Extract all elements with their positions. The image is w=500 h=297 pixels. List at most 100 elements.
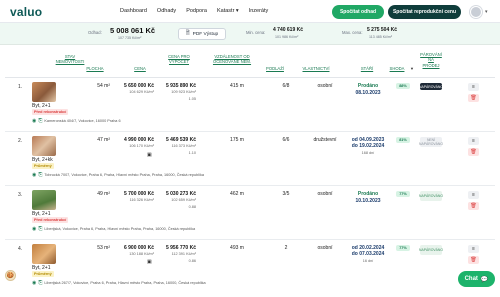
- pdf-export-button[interactable]: 🗎 PDF Výstup: [178, 28, 226, 40]
- cookie-icon[interactable]: 🍪: [5, 270, 16, 281]
- delete-icon[interactable]: 🗑: [468, 148, 479, 156]
- pairing-toggle[interactable]: NAPÁROVÁNO: [419, 191, 443, 201]
- chevron-down-icon[interactable]: ▾: [485, 9, 488, 15]
- price: 6 900 000 Kč: [123, 245, 154, 251]
- row-index: 4.: [18, 246, 23, 252]
- max-price-label: Max. cena:: [342, 30, 363, 35]
- eye-icon[interactable]: ◉: [32, 172, 36, 178]
- nav-odhady[interactable]: Odhady: [157, 8, 176, 14]
- price-per-m2: 130 188 Kč/m²: [129, 252, 154, 256]
- delete-icon[interactable]: 🗑: [468, 202, 479, 210]
- avatar[interactable]: [470, 6, 482, 18]
- reproduction-price-button[interactable]: Spočítat reprodukční cenu: [388, 5, 461, 19]
- nav-katastr[interactable]: Katastr ▾: [217, 8, 239, 14]
- nav-dashboard[interactable]: Dashboard: [120, 8, 147, 14]
- days-on-market: 16 dní: [362, 259, 374, 263]
- pairing-toggle[interactable]: NAPÁROVÁNO: [419, 83, 443, 90]
- listing-period: od 04.09.2023 do 19.02.2024: [351, 137, 385, 149]
- camera-icon[interactable]: ▣: [147, 259, 152, 265]
- row-divider: [5, 239, 495, 240]
- camera-icon[interactable]: ▣: [147, 152, 152, 158]
- floor: 6/6: [282, 137, 290, 143]
- area: 49 m²: [97, 191, 110, 197]
- col-vzdalenost-label: VZDÁLENOST OD OCEŇOVANÉ NEM.: [212, 54, 252, 65]
- price-per-m2: 104 629 Kč/m²: [129, 90, 154, 94]
- calc-price: 5 956 770 Kč: [165, 245, 196, 251]
- sale-date: 10.10.2023: [355, 198, 381, 204]
- property-photo[interactable]: [32, 190, 56, 210]
- sale-status: Prodáno: [357, 191, 379, 197]
- pdf-label: PDF Výstup: [192, 31, 219, 37]
- nav-inzeraty[interactable]: Inzeráty: [249, 8, 269, 14]
- max-price-value: 5 275 504 Kč: [367, 27, 398, 33]
- address-text: Liberijská, Vokovice, Praha 6, Praha, Hl…: [44, 227, 196, 231]
- min-price-label: Min. cena:: [246, 30, 266, 35]
- pdf-icon: 🗎: [185, 31, 190, 36]
- edit-icon[interactable]: ≡: [468, 191, 479, 199]
- col-cena[interactable]: CENA: [130, 66, 150, 71]
- calc-price: 5 469 539 Kč: [165, 137, 196, 143]
- ownership: osobní: [317, 83, 333, 89]
- row-index: 3.: [18, 192, 23, 198]
- eye-icon[interactable]: ◉: [32, 118, 36, 124]
- edit-icon[interactable]: ≡: [468, 245, 479, 253]
- estimate-button[interactable]: Spočítat odhad: [332, 5, 384, 19]
- days-on-market: 168 dní: [361, 151, 375, 155]
- summary-bar: Odhad: 5 008 061 Kč 107 735 Kč/m² Min. c…: [0, 23, 500, 45]
- distance: 462 m: [230, 191, 244, 197]
- address-text: Tobrucká 7007, Vokovice, Praha 6, Praha,…: [44, 173, 204, 177]
- col-plocha[interactable]: PLOCHA: [82, 66, 108, 71]
- sort-icon[interactable]: ▼: [410, 66, 414, 71]
- link-icon[interactable]: ⎘: [38, 280, 42, 286]
- table-row[interactable]: 1. Byt, 2+1 Před rekonstrukcí ◉ ⎘ Kamerons…: [0, 80, 500, 132]
- link-icon[interactable]: ⎘: [38, 118, 42, 124]
- link-icon[interactable]: ⎘: [38, 172, 42, 178]
- area: 54 m²: [97, 83, 110, 89]
- price-per-m2: 106 170 Kč/m²: [129, 144, 154, 148]
- row-index: 1.: [18, 84, 23, 90]
- floor: 6/8: [282, 83, 290, 89]
- delete-icon[interactable]: 🗑: [468, 256, 479, 264]
- pairing-toggle[interactable]: NENÍ NAPÁROVÁNO: [419, 137, 443, 147]
- table-row[interactable]: 3. Byt, 2+1 Před rekonstrukcí ◉ ⎘ Liberijs…: [0, 188, 500, 240]
- min-price-value: 4 740 619 Kč: [273, 27, 304, 33]
- edit-icon[interactable]: ≡: [468, 83, 479, 91]
- property-photo[interactable]: [32, 136, 56, 156]
- price: 5 650 000 Kč: [123, 83, 154, 89]
- nav-podpora[interactable]: Podpora: [186, 8, 207, 14]
- col-cena-pro-vypocet[interactable]: CENA PRO VÝPOČET: [162, 54, 196, 65]
- col-shoda[interactable]: SHODA: [386, 66, 408, 71]
- chat-button[interactable]: Chat 💬: [458, 271, 495, 287]
- col-vzdalenost[interactable]: VZDÁLENOST OD OCEŇOVANÉ NEM.: [205, 54, 259, 65]
- sale-date: 08.10.2023: [355, 90, 381, 96]
- col-stari[interactable]: STÁŘÍ: [358, 66, 376, 71]
- calc-price-per-m2: 102 659 Kč/m²: [171, 198, 196, 202]
- coefficient: 0.88: [188, 205, 196, 209]
- match-badge: 81%: [396, 137, 410, 143]
- col-podlazi[interactable]: PODLAŽÍ: [262, 66, 288, 71]
- eye-icon[interactable]: ◉: [32, 280, 36, 286]
- calc-price-per-m2: 116 373 Kč/m²: [171, 144, 196, 148]
- col-parovani[interactable]: PÁROVÁNÍ NA PRODEJ: [418, 52, 444, 68]
- property-photo[interactable]: [32, 82, 56, 102]
- col-vlastnictvi-label: VLASTNICTVÍ: [302, 66, 330, 71]
- table-row[interactable]: 4. Byt, 2+1 Průměrný ◉ ⎘ Liberijská 267/7,…: [0, 242, 500, 297]
- table-row[interactable]: 2. Byt, 2+kk Průměrný ◉ ⎘ Tobrucká 7007, V…: [0, 134, 500, 186]
- edit-icon[interactable]: ≡: [468, 137, 479, 145]
- address-text: Liberijská 267/7, Vokovice, Praha 6, Pra…: [44, 281, 206, 285]
- floor: 3/5: [282, 191, 290, 197]
- delete-icon[interactable]: 🗑: [468, 94, 479, 102]
- col-stav[interactable]: STAV NEMOVITOSTI: [52, 54, 88, 65]
- col-cena-label: CENA: [134, 66, 146, 71]
- pairing-toggle[interactable]: NAPÁROVÁNO: [419, 245, 443, 255]
- address: ◉ ⎘ Tobrucká 7007, Vokovice, Praha 6, Prah…: [32, 172, 204, 178]
- logo[interactable]: valuo: [10, 5, 42, 19]
- estimate-label: Odhad:: [88, 30, 102, 35]
- link-icon[interactable]: ⎘: [38, 226, 42, 232]
- col-vlastnictvi[interactable]: VLASTNICTVÍ: [299, 66, 333, 71]
- address-text: Kameronská 404/7, Vokovice, 16000 Praha …: [44, 119, 121, 123]
- eye-icon[interactable]: ◉: [32, 226, 36, 232]
- condition-badge: Průměrný: [32, 163, 54, 169]
- property-photo[interactable]: [32, 244, 56, 264]
- col-plocha-label: PLOCHA: [86, 66, 104, 71]
